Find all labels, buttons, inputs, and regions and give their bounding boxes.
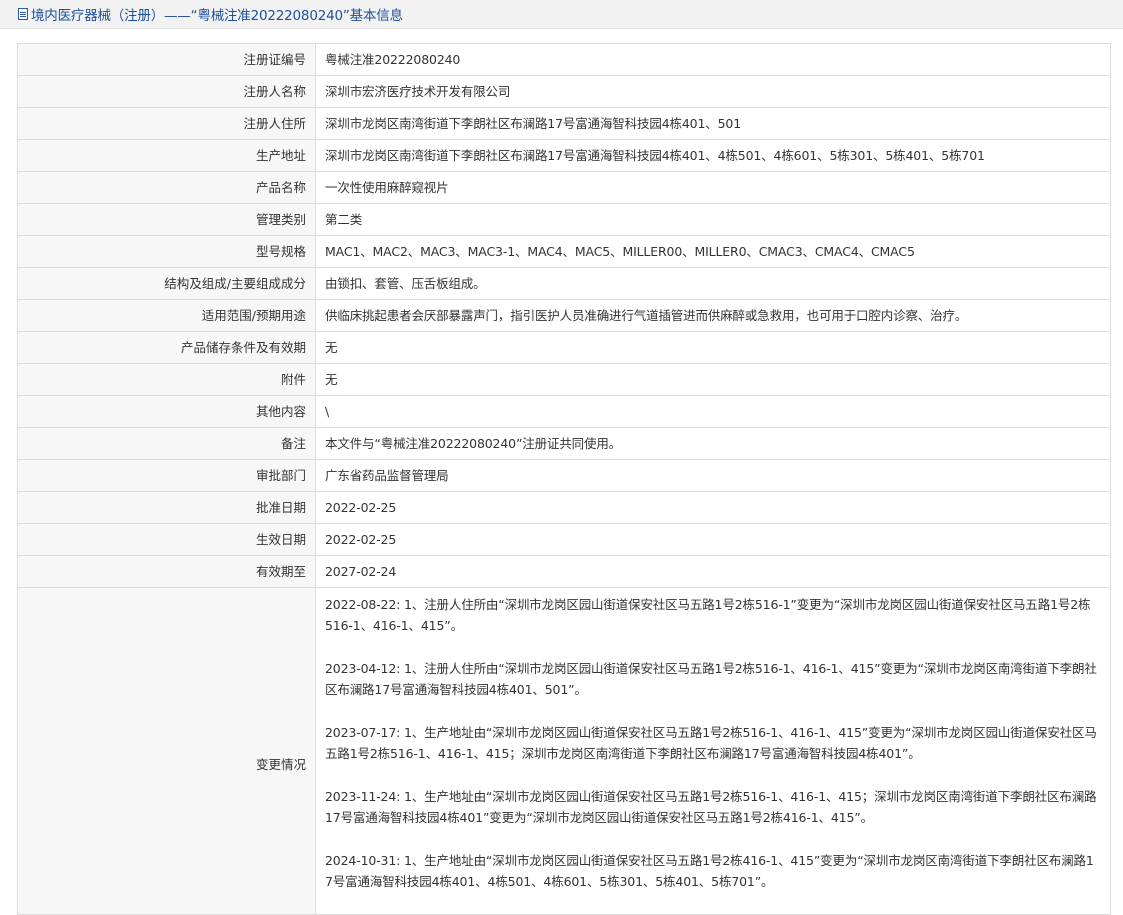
- table-row: 注册人名称 深圳市宏济医疗技术开发有限公司: [17, 75, 1111, 108]
- row-value: 深圳市宏济医疗技术开发有限公司: [315, 75, 1111, 108]
- row-value: 广东省药品监督管理局: [315, 459, 1111, 492]
- table-row: 生效日期 2022-02-25: [17, 523, 1111, 556]
- row-value: 2022-02-25: [315, 491, 1111, 524]
- table-row: 其他内容 \: [17, 395, 1111, 428]
- table-row: 管理类别 第二类: [17, 203, 1111, 236]
- device-info-table: 注册证编号 粤械注准20222080240 注册人名称 深圳市宏济医疗技术开发有限公…: [17, 43, 1111, 915]
- row-value: 由锁扣、套管、压舌板组成。: [315, 267, 1111, 300]
- row-value: 粤械注准20222080240: [315, 43, 1111, 76]
- table-row: 适用范围/预期用途 供临床挑起患者会厌部暴露声门，指引医护人员准确进行气道插管进而…: [17, 299, 1111, 332]
- change-history-row: 变更情况 2022-08-22: 1、注册人住所由“深圳市龙岗区园山街道保安社区…: [17, 587, 1111, 915]
- change-item: 2024-10-31: 1、生产地址由“深圳市龙岗区园山街道保安社区马五路1号2…: [325, 853, 1094, 889]
- row-label: 备注: [17, 427, 316, 460]
- table-row: 注册人住所 深圳市龙岗区南湾街道下李朗社区布澜路17号富通海智科技园4栋401、5…: [17, 107, 1111, 140]
- change-item: 2022-08-22: 1、注册人住所由“深圳市龙岗区园山街道保安社区马五路1号…: [325, 597, 1091, 633]
- row-value: 深圳市龙岗区南湾街道下李朗社区布澜路17号富通海智科技园4栋401、501: [315, 107, 1111, 140]
- table-row: 结构及组成/主要组成成分 由锁扣、套管、压舌板组成。: [17, 267, 1111, 300]
- row-label: 管理类别: [17, 203, 316, 236]
- row-label: 产品储存条件及有效期: [17, 331, 316, 364]
- row-label: 有效期至: [17, 555, 316, 588]
- row-label: 注册人名称: [17, 75, 316, 108]
- row-value: 2022-02-25: [315, 523, 1111, 556]
- row-label: 注册人住所: [17, 107, 316, 140]
- row-label: 审批部门: [17, 459, 316, 492]
- row-value: 第二类: [315, 203, 1111, 236]
- page-title-bar: 境内医疗器械（注册）——“粤械注准20222080240”基本信息: [0, 0, 1123, 29]
- row-value: \: [315, 395, 1111, 428]
- row-label: 附件: [17, 363, 316, 396]
- row-value: 2027-02-24: [315, 555, 1111, 588]
- table-row: 备注 本文件与“粤械注准20222080240”注册证共同使用。: [17, 427, 1111, 460]
- row-label: 变更情况: [17, 587, 316, 915]
- row-label: 生产地址: [17, 139, 316, 172]
- row-label: 生效日期: [17, 523, 316, 556]
- row-label: 其他内容: [17, 395, 316, 428]
- row-value: 深圳市龙岗区南湾街道下李朗社区布澜路17号富通海智科技园4栋401、4栋501、…: [315, 139, 1111, 172]
- table-row: 注册证编号 粤械注准20222080240: [17, 43, 1111, 76]
- table-row: 审批部门 广东省药品监督管理局: [17, 459, 1111, 492]
- row-label: 产品名称: [17, 171, 316, 204]
- row-value: 无: [315, 363, 1111, 396]
- table-row: 批准日期 2022-02-25: [17, 491, 1111, 524]
- row-value: 无: [315, 331, 1111, 364]
- row-value: 一次性使用麻醉窥视片: [315, 171, 1111, 204]
- table-row: 产品名称 一次性使用麻醉窥视片: [17, 171, 1111, 204]
- row-label: 适用范围/预期用途: [17, 299, 316, 332]
- table-row: 有效期至 2027-02-24: [17, 555, 1111, 588]
- page-title: 境内医疗器械（注册）——“粤械注准20222080240”基本信息: [31, 8, 403, 24]
- row-label: 型号规格: [17, 235, 316, 268]
- change-item: 2023-07-17: 1、生产地址由“深圳市龙岗区园山街道保安社区马五路1号2…: [325, 725, 1097, 761]
- table-row: 附件无: [17, 363, 1111, 396]
- change-item: 2023-11-24: 1、生产地址由“深圳市龙岗区园山街道保安社区马五路1号2…: [325, 789, 1097, 825]
- change-item: 2023-04-12: 1、注册人住所由“深圳市龙岗区园山街道保安社区马五路1号…: [325, 661, 1097, 697]
- row-label: 批准日期: [17, 491, 316, 524]
- row-label: 注册证编号: [17, 43, 316, 76]
- row-label: 结构及组成/主要组成成分: [17, 267, 316, 300]
- row-value: 供临床挑起患者会厌部暴露声门，指引医护人员准确进行气道插管进而供麻醉或急救用，也…: [315, 299, 1111, 332]
- change-history-list: 2022-08-22: 1、注册人住所由“深圳市龙岗区园山街道保安社区马五路1号…: [315, 587, 1111, 915]
- document-icon: [18, 8, 28, 20]
- row-value: 本文件与“粤械注准20222080240”注册证共同使用。: [315, 427, 1111, 460]
- row-value: MAC1、MAC2、MAC3、MAC3-1、MAC4、MAC5、MILLER00…: [315, 235, 1111, 268]
- table-row: 型号规格 MAC1、MAC2、MAC3、MAC3-1、MAC4、MAC5、MILL…: [17, 235, 1111, 268]
- table-row: 产品储存条件及有效期无: [17, 331, 1111, 364]
- table-row: 生产地址 深圳市龙岗区南湾街道下李朗社区布澜路17号富通海智科技园4栋401、4栋…: [17, 139, 1111, 172]
